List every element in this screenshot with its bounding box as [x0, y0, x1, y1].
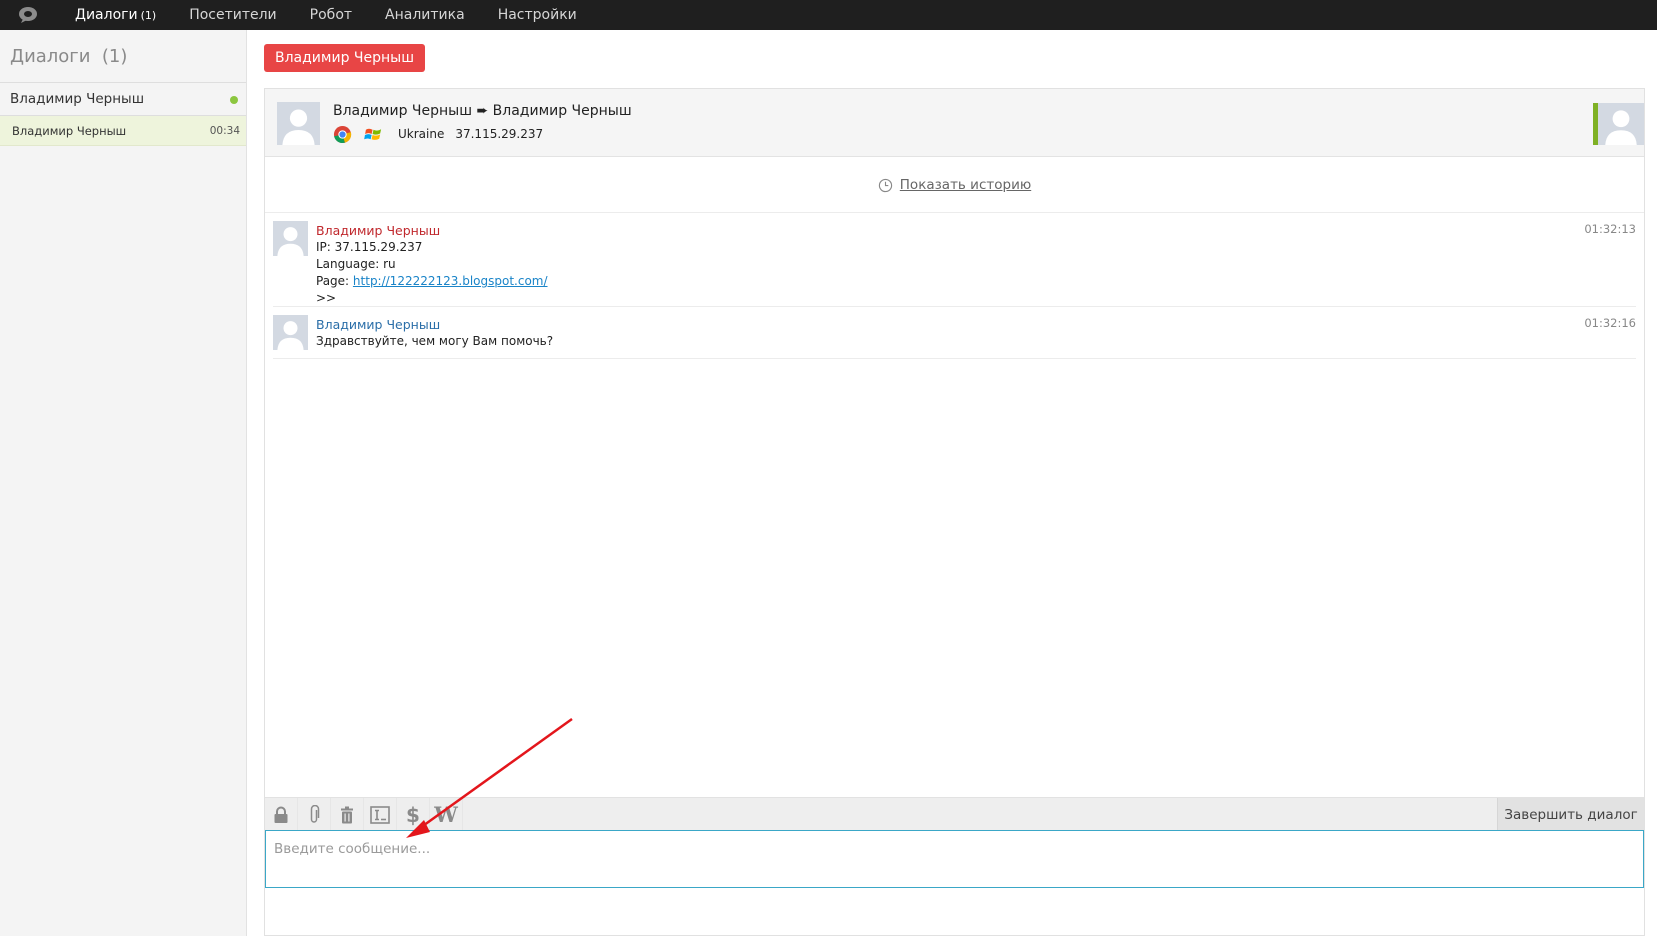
- sidebar-group-label: Владимир Черныш: [10, 91, 145, 107]
- message-body: Владимир Черныш IP: 37.115.29.237 Langua…: [316, 222, 548, 307]
- user-silhouette-icon: [282, 109, 315, 145]
- message-ip-line: IP: 37.115.29.237: [316, 240, 423, 254]
- nav-visitors[interactable]: Посетители: [189, 7, 276, 23]
- message-language-line: Language: ru: [316, 257, 396, 271]
- template-icon: [370, 805, 390, 824]
- nav-robot[interactable]: Робот: [310, 7, 352, 23]
- chat-panel: Владимир Черныш ➨ Владимир Черныш Ukrain…: [264, 88, 1645, 936]
- show-history[interactable]: Показать историю: [265, 158, 1644, 213]
- app-logo-icon[interactable]: [14, 0, 42, 30]
- dollar-icon: $: [406, 802, 420, 827]
- nav-settings[interactable]: Настройки: [498, 7, 577, 23]
- windows-icon: [364, 128, 382, 140]
- page-url-link[interactable]: http://122222123.blogspot.com/: [353, 274, 548, 288]
- online-status-dot: [230, 96, 238, 104]
- message-author: Владимир Черныш: [316, 223, 441, 238]
- visitor-meta: Ukraine 37.115.29.237: [333, 124, 543, 144]
- templates-button[interactable]: [364, 798, 397, 831]
- chrome-icon: [333, 125, 352, 143]
- trash-icon: [341, 806, 353, 823]
- lock-icon: [274, 806, 288, 823]
- chat-message: Владимир Черныш Здравствуйте, чем могу В…: [273, 307, 1636, 359]
- delete-button[interactable]: [331, 798, 364, 831]
- chat-message: Владимир Черныш IP: 37.115.29.237 Langua…: [273, 213, 1636, 307]
- message-time: 01:32:13: [1584, 222, 1636, 236]
- sidebar-dialog-item[interactable]: Владимир Черныш 00:34: [0, 116, 246, 146]
- message-author: Владимир Черныш: [316, 317, 441, 332]
- sidebar-group-visitor[interactable]: Владимир Черныш: [0, 82, 246, 116]
- attach-file-button[interactable]: [298, 798, 331, 831]
- end-dialog-button[interactable]: Завершить диалог: [1497, 798, 1644, 831]
- operator-avatar: [1598, 103, 1644, 145]
- visitor-avatar: [277, 102, 320, 145]
- message-page-line: Page: http://122222123.blogspot.com/: [316, 274, 548, 288]
- message-avatar: [273, 221, 308, 256]
- message-time: 01:32:16: [1584, 316, 1636, 330]
- payment-button[interactable]: $: [397, 798, 430, 831]
- user-silhouette-icon: [277, 227, 304, 256]
- sidebar-dialog-name: Владимир Черныш: [12, 123, 127, 138]
- sidebar-dialog-time: 00:34: [209, 124, 240, 137]
- message-avatar: [273, 315, 308, 350]
- user-silhouette-icon: [277, 321, 304, 350]
- message-input[interactable]: [265, 830, 1644, 888]
- message-toolbar: $ W Завершить диалог: [265, 797, 1644, 831]
- user-silhouette-icon: [1605, 110, 1637, 145]
- paperclip-icon: [310, 804, 320, 823]
- message-text: Здравствуйте, чем могу Вам помочь?: [316, 334, 554, 348]
- chat-title: Владимир Черныш ➨ Владимир Черныш: [333, 103, 632, 119]
- clock-icon: [878, 178, 892, 192]
- top-navigation: Диалоги (1) Посетители Робот Аналитика На…: [0, 0, 1657, 30]
- show-history-link[interactable]: Показать историю: [900, 177, 1031, 193]
- wikipedia-icon: W: [434, 802, 458, 827]
- lock-button[interactable]: [265, 798, 298, 831]
- chat-header: Владимир Черныш ➨ Владимир Черныш Ukrain…: [265, 89, 1644, 157]
- dialogs-sidebar: Диалоги (1) Владимир Черныш Владимир Чер…: [0, 30, 247, 936]
- sidebar-title: Диалоги (1): [10, 46, 128, 67]
- visitor-tab[interactable]: Владимир Черныш: [264, 44, 426, 72]
- nav-analytics[interactable]: Аналитика: [385, 7, 465, 23]
- visitor-ip: 37.115.29.237: [455, 127, 544, 141]
- message-body: Владимир Черныш Здравствуйте, чем могу В…: [316, 316, 553, 350]
- message-more[interactable]: >>: [316, 290, 548, 307]
- visitor-country: Ukraine: [398, 127, 445, 141]
- wikipedia-button[interactable]: W: [430, 798, 463, 831]
- nav-dialogs[interactable]: Диалоги (1): [75, 7, 156, 23]
